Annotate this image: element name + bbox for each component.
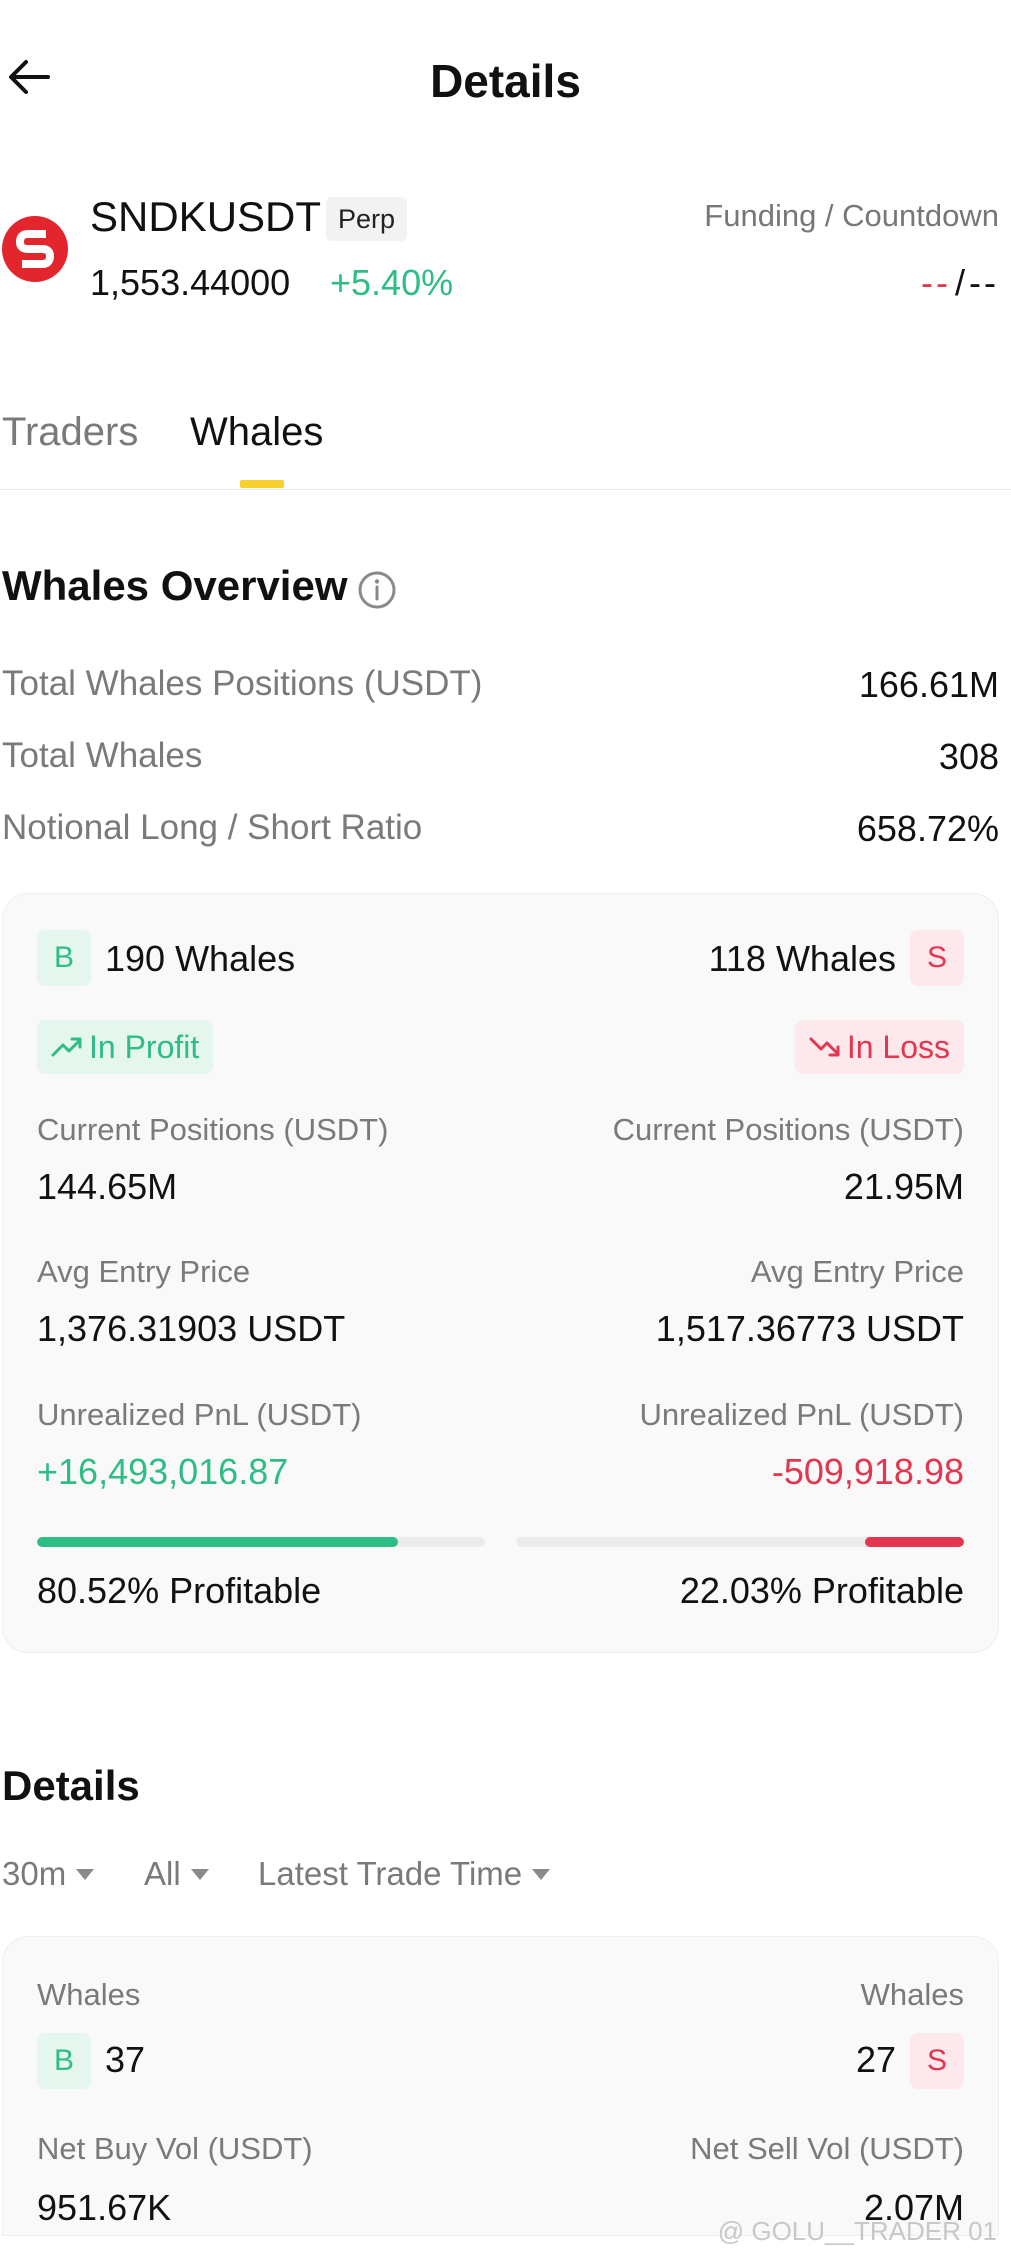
tab-divider	[0, 489, 1011, 490]
coin-logo	[2, 216, 68, 282]
details-card: Whales B 37 Net Buy Vol (USDT) 951.67K W…	[2, 1936, 999, 2236]
long-pnl-label: Unrealized PnL (USDT)	[37, 1397, 362, 1432]
long-entry-value: 1,376.31903 USDT	[37, 1308, 346, 1349]
long-positions-value: 144.65M	[37, 1166, 178, 1207]
short-entry-label: Avg Entry Price	[750, 1254, 964, 1289]
long-positions-label: Current Positions (USDT)	[37, 1112, 389, 1147]
whales-long-short-card: B 190 Whales In Profit Current Positions…	[2, 893, 999, 1653]
total-whales-value: 308	[938, 736, 999, 777]
details-title: Details	[2, 1762, 140, 1809]
net-buy-vol-label: Net Buy Vol (USDT)	[37, 2131, 313, 2166]
tab-traders[interactable]: Traders	[2, 410, 138, 455]
sell-whales-label: Whales	[860, 1977, 964, 2012]
long-short-ratio-label: Notional Long / Short Ratio	[2, 808, 423, 847]
short-whales-count: 118 Whales	[708, 938, 896, 979]
countdown: --	[969, 262, 999, 303]
interval-filter-label: 30m	[2, 1855, 67, 1892]
active-tab-indicator	[240, 480, 284, 488]
funding-separator: /	[955, 262, 966, 303]
in-loss-label: In Loss	[846, 1028, 950, 1065]
buy-whales-count: 37	[105, 2039, 146, 2080]
buy-whales-label: Whales	[37, 1977, 141, 2012]
page-title: Details	[430, 55, 581, 107]
short-positions-value: 21.95M	[843, 1166, 964, 1207]
net-buy-vol-value: 951.67K	[37, 2187, 172, 2228]
symbol[interactable]: SNDKUSDT	[90, 193, 321, 241]
sort-filter[interactable]: Latest Trade Time	[258, 1855, 551, 1893]
info-icon[interactable]	[357, 570, 397, 610]
in-loss-badge: In Loss	[794, 1020, 964, 1074]
chevron-down-icon	[532, 1868, 551, 1880]
long-pnl-value: +16,493,016.87	[37, 1451, 289, 1492]
short-profitable-text: 22.03% Profitable	[679, 1570, 964, 1611]
total-whales-label: Total Whales	[2, 736, 203, 775]
overview-title: Whales Overview	[2, 562, 348, 609]
in-profit-badge: In Profit	[37, 1020, 214, 1074]
funding-countdown-label: Funding / Countdown	[704, 198, 999, 233]
chevron-down-icon	[76, 1868, 95, 1880]
sort-filter-label: Latest Trade Time	[258, 1855, 523, 1892]
interval-filter[interactable]: 30m	[2, 1855, 95, 1893]
trending-up-icon	[51, 1037, 82, 1057]
chevron-down-icon	[190, 1868, 209, 1880]
short-pnl-value: -509,918.98	[771, 1451, 964, 1492]
total-positions-value: 166.61M	[858, 664, 999, 705]
short-pnl-label: Unrealized PnL (USDT)	[639, 1397, 964, 1432]
long-profitable-bar	[37, 1537, 485, 1547]
funding-rate: --	[921, 262, 951, 303]
short-entry-value: 1,517.36773 USDT	[655, 1308, 964, 1349]
net-sell-vol-label: Net Sell Vol (USDT)	[690, 2131, 964, 2166]
long-whales-count: 190 Whales	[105, 938, 296, 979]
in-profit-label: In Profit	[89, 1028, 200, 1065]
side-filter[interactable]: All	[144, 1855, 209, 1893]
long-short-ratio-value: 658.72%	[856, 808, 999, 849]
trending-down-icon	[809, 1037, 840, 1057]
watermark: @ GOLU__TRADER 01	[717, 2216, 997, 2246]
sell-badge: S	[910, 2033, 964, 2089]
page: Details SNDKUSDT Perp 1,553.44000 +5.40%…	[0, 0, 1011, 2255]
sandisk-logo-icon	[16, 230, 54, 268]
tab-whales[interactable]: Whales	[190, 410, 323, 455]
long-profitable-bar-fill	[37, 1537, 398, 1547]
last-price: 1,553.44000	[90, 262, 291, 303]
side-filter-label: All	[144, 1855, 181, 1892]
sell-badge: S	[910, 930, 964, 986]
short-profitable-bar-fill	[865, 1537, 964, 1547]
short-profitable-bar	[516, 1537, 964, 1547]
long-profitable-text: 80.52% Profitable	[37, 1570, 322, 1611]
funding-countdown-value: -- / --	[921, 262, 999, 304]
long-entry-label: Avg Entry Price	[37, 1254, 251, 1289]
contract-type-badge: Perp	[326, 197, 408, 241]
sell-whales-count: 27	[855, 2039, 896, 2080]
price-change: +5.40%	[330, 262, 454, 303]
total-positions-label: Total Whales Positions (USDT)	[2, 664, 483, 703]
short-positions-label: Current Positions (USDT)	[612, 1112, 964, 1147]
buy-badge: B	[37, 930, 91, 986]
buy-badge: B	[37, 2033, 91, 2089]
